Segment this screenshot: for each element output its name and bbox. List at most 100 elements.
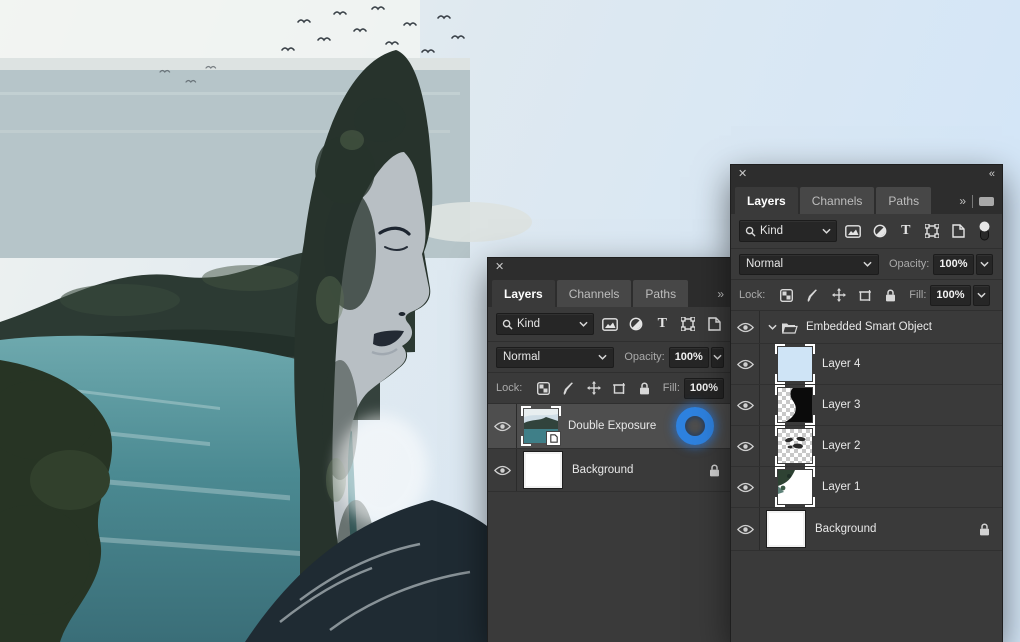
tab-overflow-icon[interactable]: » xyxy=(717,287,724,301)
close-icon[interactable]: ✕ xyxy=(738,169,747,180)
pixel-layer-filter-icon[interactable] xyxy=(844,221,863,241)
chevron-down-icon xyxy=(977,292,986,298)
tab-channels[interactable]: Channels xyxy=(557,280,632,307)
layer-row-background[interactable]: Background xyxy=(731,508,1002,551)
folder-open-icon xyxy=(781,321,798,334)
blend-mode-dropdown[interactable]: Normal xyxy=(496,347,614,368)
lock-pixels-brush-icon[interactable] xyxy=(561,380,577,397)
layer-row-layer3[interactable]: Layer 3 xyxy=(731,385,1002,426)
visibility-eye-icon[interactable] xyxy=(731,508,760,550)
lock-pixels-brush-icon[interactable] xyxy=(804,287,821,304)
filter-toggle-switch[interactable] xyxy=(975,221,994,241)
visibility-eye-icon[interactable] xyxy=(731,311,760,343)
layers-panel-left: ✕ Layers Channels Paths » Kind xyxy=(488,258,732,642)
tab-layers[interactable]: Layers xyxy=(735,187,798,214)
blend-mode-value: Normal xyxy=(503,351,594,363)
layer-name[interactable]: Layer 3 xyxy=(822,399,860,411)
filter-row: Kind T xyxy=(731,214,1002,249)
fill-value-field[interactable]: 100% xyxy=(930,285,970,306)
visibility-eye-icon[interactable] xyxy=(731,385,760,425)
blend-mode-dropdown[interactable]: Normal xyxy=(739,254,879,275)
type-layer-filter-icon[interactable]: T xyxy=(896,221,915,241)
layer-thumbnail[interactable] xyxy=(767,511,805,547)
visibility-eye-icon[interactable] xyxy=(731,467,760,507)
tab-paths[interactable]: Paths xyxy=(876,187,931,214)
panel-menu-icon[interactable] xyxy=(979,197,994,206)
layer-name[interactable]: Layer 4 xyxy=(822,358,860,370)
chevron-down-icon xyxy=(579,321,588,327)
upper-sea xyxy=(0,58,532,258)
lock-transparency-icon[interactable] xyxy=(778,287,795,304)
search-icon xyxy=(502,319,513,330)
collapse-panel-icon[interactable]: « xyxy=(989,169,995,180)
layer-name[interactable]: Layer 1 xyxy=(822,481,860,493)
chevron-down-icon xyxy=(980,261,989,267)
tabs-separator xyxy=(972,195,973,208)
close-icon[interactable]: ✕ xyxy=(495,262,504,273)
layer-name[interactable]: Background xyxy=(572,464,633,476)
filter-kind-label: Kind xyxy=(517,318,575,330)
fill-dropdown-button[interactable] xyxy=(973,285,990,306)
layer-thumbnail[interactable] xyxy=(778,388,812,422)
layer-row-layer2[interactable]: Layer 2 xyxy=(731,426,1002,467)
fill-value-field[interactable]: 100% xyxy=(684,378,724,399)
chevron-down-icon xyxy=(822,228,831,234)
smart-object-filter-icon[interactable] xyxy=(949,221,968,241)
tab-overflow-icon[interactable]: » xyxy=(959,194,966,208)
smart-object-badge-icon xyxy=(546,431,561,446)
group-name[interactable]: Embedded Smart Object xyxy=(806,321,932,333)
layer-name[interactable]: Background xyxy=(815,523,876,535)
opacity-dropdown-button[interactable] xyxy=(976,254,993,275)
layer-thumbnail[interactable] xyxy=(524,409,558,443)
lock-all-icon[interactable] xyxy=(636,380,652,397)
visibility-eye-icon[interactable] xyxy=(731,344,760,384)
group-row-embedded-smart-object[interactable]: Embedded Smart Object xyxy=(731,311,1002,344)
smart-object-filter-icon[interactable] xyxy=(705,314,724,334)
tab-paths[interactable]: Paths xyxy=(633,280,688,307)
search-icon xyxy=(745,226,756,237)
layer-thumbnail[interactable] xyxy=(778,429,812,463)
opacity-value-field[interactable]: 100% xyxy=(669,347,709,368)
layers-list: Double Exposure Background xyxy=(488,404,732,492)
lock-artboard-icon[interactable] xyxy=(611,380,627,397)
layer-row-double-exposure[interactable]: Double Exposure xyxy=(488,404,732,449)
shape-layer-filter-icon[interactable] xyxy=(679,314,698,334)
lock-position-move-icon[interactable] xyxy=(586,380,602,397)
lock-row: Lock: xyxy=(488,373,732,404)
visibility-eye-icon[interactable] xyxy=(731,426,760,466)
lock-position-move-icon[interactable] xyxy=(830,287,847,304)
visibility-eye-icon[interactable] xyxy=(488,404,517,448)
fill-label: Fill: xyxy=(663,382,680,394)
layer-filter-dropdown[interactable]: Kind xyxy=(739,220,837,242)
opacity-dropdown-button[interactable] xyxy=(711,347,724,368)
lock-artboard-icon[interactable] xyxy=(856,287,873,304)
adjustment-layer-filter-icon[interactable] xyxy=(627,314,646,334)
layer-thumbnail[interactable] xyxy=(778,470,812,504)
group-expand-chevron-icon[interactable] xyxy=(768,324,777,330)
photoshop-workspace: ✕ Layers Channels Paths » Kind xyxy=(0,0,1020,642)
lock-row: Lock: xyxy=(731,280,1002,311)
layer-name[interactable]: Layer 2 xyxy=(822,440,860,452)
lock-transparency-icon[interactable] xyxy=(535,380,551,397)
type-layer-filter-icon[interactable]: T xyxy=(653,314,672,334)
layer-filter-dropdown[interactable]: Kind xyxy=(496,313,594,335)
chevron-down-icon xyxy=(863,261,872,267)
pixel-layer-filter-icon[interactable] xyxy=(601,314,620,334)
layer-row-background[interactable]: Background xyxy=(488,449,732,492)
adjustment-layer-filter-icon[interactable] xyxy=(870,221,889,241)
layer-thumbnail[interactable] xyxy=(778,347,812,381)
opacity-value-field[interactable]: 100% xyxy=(933,254,973,275)
layer-name[interactable]: Double Exposure xyxy=(568,420,656,432)
opacity-label: Opacity: xyxy=(624,351,664,363)
panel-titlebar: ✕ « xyxy=(731,165,1002,183)
shape-layer-filter-icon[interactable] xyxy=(922,221,941,241)
visibility-eye-icon[interactable] xyxy=(488,449,517,491)
layer-thumbnail[interactable] xyxy=(524,452,562,488)
blend-mode-value: Normal xyxy=(746,258,859,270)
layers-panel-right: ✕ « Layers Channels Paths » Kind xyxy=(731,165,1002,642)
layer-row-layer4[interactable]: Layer 4 xyxy=(731,344,1002,385)
lock-all-icon[interactable] xyxy=(882,287,899,304)
tab-channels[interactable]: Channels xyxy=(800,187,875,214)
tab-layers[interactable]: Layers xyxy=(492,280,555,307)
layer-row-layer1[interactable]: Layer 1 xyxy=(731,467,1002,508)
